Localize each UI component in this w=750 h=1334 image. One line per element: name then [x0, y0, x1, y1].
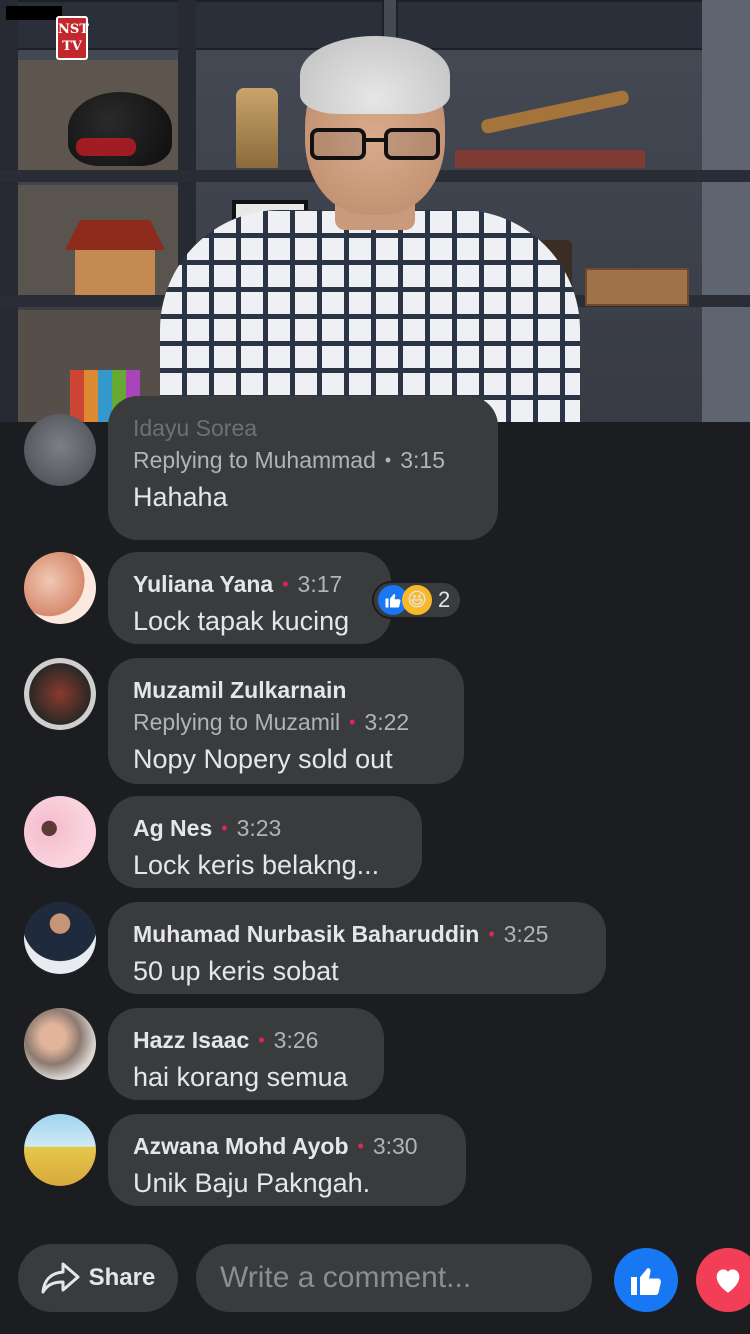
comment-text: hai korang semua — [133, 1062, 348, 1092]
avatar[interactable] — [24, 552, 96, 624]
comment-bubble[interactable]: Yuliana Yana • 3:17 Lock tapak kucing — [108, 552, 391, 644]
comment-time: 3:23 — [236, 815, 282, 841]
comment-bubble[interactable]: Hazz Isaac • 3:26 hai korang semua — [108, 1008, 384, 1100]
comment-replying-to[interactable]: Replying to Muzamil — [133, 709, 340, 735]
helmet-decor — [68, 92, 172, 166]
comment-time: 3:22 — [364, 709, 410, 735]
comment-author[interactable]: Yuliana Yana — [133, 571, 273, 597]
comment-text: Lock tapak kucing — [133, 606, 350, 636]
comment-author[interactable]: Ag Nes — [133, 815, 212, 841]
comment-bubble[interactable]: Muhamad Nurbasik Baharuddin • 3:25 50 up k… — [108, 902, 606, 994]
love-icon — [716, 1269, 740, 1293]
logo-bar — [6, 6, 62, 20]
comment-text: 50 up keris sobat — [133, 956, 339, 986]
avatar[interactable] — [24, 1008, 96, 1080]
comment-text: Nopy Nopery sold out — [133, 744, 393, 774]
comment-bubble[interactable]: Azwana Mohd Ayob • 3:30 Unik Baju Pakngah. — [108, 1114, 466, 1206]
house-model-decor — [65, 220, 165, 295]
comment-time: 3:17 — [297, 571, 343, 597]
comment-author[interactable]: Muzamil Zulkarnain — [133, 677, 346, 703]
comment-bubble[interactable]: Idayu Sorea Replying to Muhammad • 3:15 Ha… — [108, 396, 498, 540]
share-button[interactable]: Share — [18, 1244, 178, 1312]
live-video[interactable]: NST TV — [0, 0, 750, 422]
avatar[interactable] — [24, 414, 96, 486]
channel-logo-line1: NST — [58, 22, 89, 37]
avatar[interactable] — [24, 902, 96, 974]
comment-reply-line: Replying to Muhammad • 3:15 — [133, 447, 445, 473]
comment-text: Unik Baju Pakngah. — [133, 1168, 371, 1198]
share-icon — [41, 1262, 80, 1294]
comment-author[interactable]: Idayu Sorea — [133, 412, 472, 444]
like-button[interactable] — [614, 1248, 678, 1312]
reaction-summary[interactable]: 😆 2 — [372, 581, 463, 619]
comment-bubble[interactable]: Ag Nes • 3:23 Lock keris belakng... — [108, 796, 422, 888]
share-label: Share — [88, 1264, 156, 1291]
box-decor — [585, 268, 689, 306]
comment-replying-to[interactable]: Replying to Muhammad — [133, 447, 376, 473]
love-button[interactable] — [696, 1248, 750, 1312]
speaker — [160, 0, 580, 422]
comment-input[interactable] — [196, 1244, 592, 1312]
comment-time: 3:25 — [503, 921, 549, 947]
haha-icon: 😆 — [402, 585, 432, 615]
wall-edge — [702, 0, 750, 422]
channel-logo-line2: TV — [62, 39, 82, 54]
shelf-post — [0, 0, 18, 422]
reaction-count: 2 — [438, 587, 451, 612]
comment-time: 3:26 — [273, 1027, 319, 1053]
channel-logo: NST TV — [56, 16, 89, 60]
avatar[interactable] — [24, 1114, 96, 1186]
comment-author[interactable]: Muhamad Nurbasik Baharuddin — [133, 921, 479, 947]
comment-text: Lock keris belakng... — [133, 850, 380, 880]
comment-time: 3:15 — [400, 447, 445, 473]
comment-author[interactable]: Azwana Mohd Ayob — [133, 1133, 349, 1159]
comment-bubble[interactable]: Muzamil Zulkarnain Replying to Muzamil • 3… — [108, 658, 464, 784]
like-icon — [631, 1268, 661, 1295]
comment-time: 3:30 — [372, 1133, 418, 1159]
comment-text: Hahaha — [133, 482, 228, 512]
comment-author[interactable]: Hazz Isaac — [133, 1027, 249, 1053]
comment-reply-line: Replying to Muzamil • 3:22 — [133, 709, 410, 735]
avatar[interactable] — [24, 796, 96, 868]
avatar[interactable] — [24, 658, 96, 730]
